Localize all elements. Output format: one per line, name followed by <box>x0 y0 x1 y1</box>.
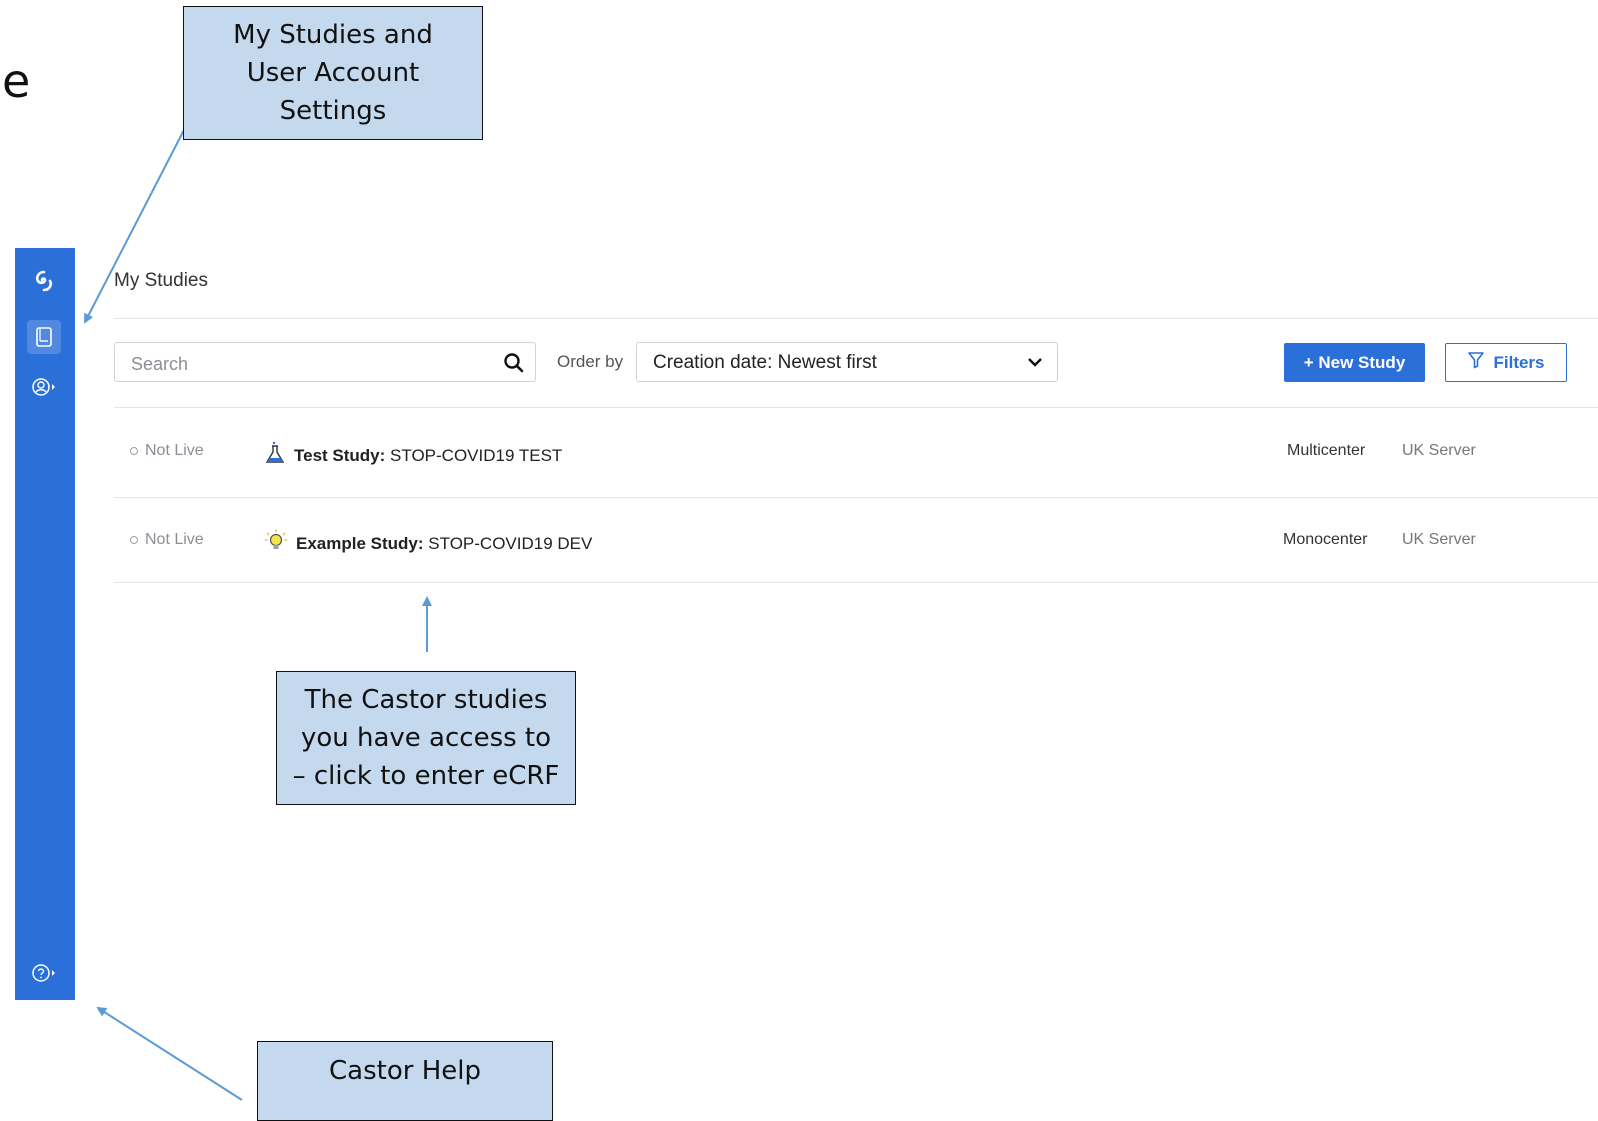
status-dot-icon <box>130 447 138 455</box>
user-account-icon[interactable] <box>27 370 61 404</box>
filter-funnel-icon <box>1467 351 1485 374</box>
callout-castor-help: Castor Help <box>257 1041 553 1121</box>
divider <box>114 318 1598 319</box>
study-center-type: Multicenter <box>1287 442 1366 459</box>
study-status: Not Live <box>130 531 204 549</box>
study-server: UK Server <box>1402 442 1476 459</box>
order-by-label: Order by <box>557 352 624 371</box>
order-by-value: Creation date: Newest first <box>653 352 877 373</box>
studies-book-icon[interactable] <box>27 320 61 354</box>
arrow-to-help <box>96 1006 243 1101</box>
annotation-arrows <box>84 127 432 1101</box>
lightbulb-icon <box>264 529 288 558</box>
study-server: UK Server <box>1402 531 1476 548</box>
page-title: My Studies <box>114 270 208 291</box>
chevron-down-icon <box>1027 355 1043 373</box>
study-center-type: Monocenter <box>1283 531 1368 548</box>
divider <box>114 497 1598 498</box>
study-link[interactable]: Test Study: STOP-COVID19 TEST <box>264 441 562 470</box>
study-link[interactable]: Example Study: STOP-COVID19 DEV <box>264 529 592 558</box>
help-icon[interactable] <box>27 956 61 990</box>
callout-my-studies-settings: My Studies and User Account Settings <box>183 6 483 140</box>
divider <box>114 407 1598 408</box>
search-box[interactable] <box>114 342 536 382</box>
search-icon[interactable] <box>503 352 525 379</box>
order-by-select[interactable]: Creation date: Newest first <box>636 342 1058 382</box>
flask-icon <box>264 441 286 470</box>
filters-label: Filters <box>1493 352 1545 372</box>
callout-castor-studies: The Castor studies you have access to – … <box>276 671 576 805</box>
sidebar <box>15 248 75 1000</box>
study-status: Not Live <box>130 442 204 460</box>
castor-logo-icon[interactable] <box>27 264 61 298</box>
filters-button[interactable]: Filters <box>1445 343 1567 382</box>
status-dot-icon <box>130 536 138 544</box>
search-input[interactable] <box>129 351 493 377</box>
new-study-button[interactable]: + New Study <box>1284 343 1425 382</box>
divider <box>114 582 1598 583</box>
arrow-to-sidebar-top <box>84 127 186 324</box>
